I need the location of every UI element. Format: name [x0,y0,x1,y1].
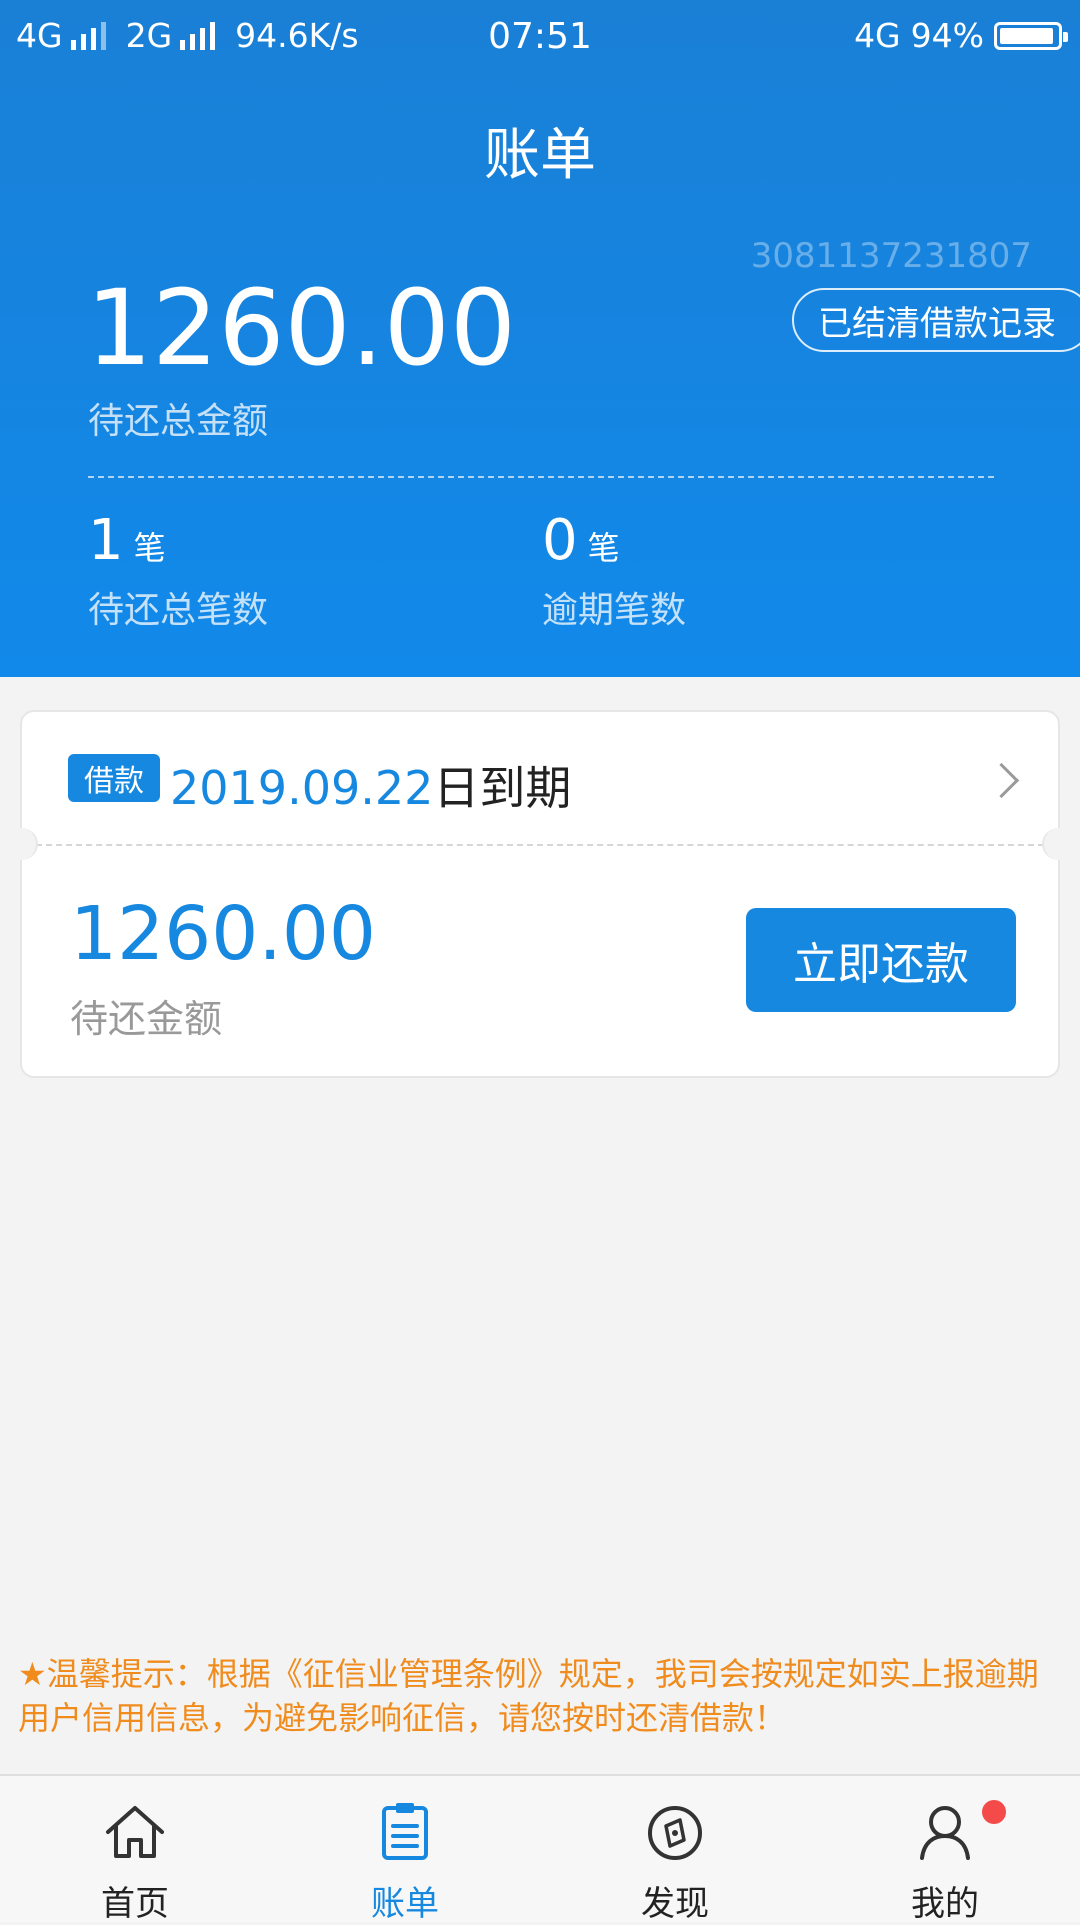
warning-tip: ★温馨提示：根据《征信业管理条例》规定，我司会按规定如实上报逾期用户信用信息，为… [18,1655,1039,1737]
due-date: 2019.09.22 [170,761,434,815]
loan-amount-label: 待还金额 [70,997,223,1041]
pending-count: 1 [88,508,124,573]
loan-card-header[interactable]: 借款 2019.09.22日到期 [22,712,1058,844]
tab-discover-label: 发现 [641,1884,709,1924]
due-suffix: 日到期 [433,761,572,815]
overdue-count-label: 逾期笔数 [542,590,687,631]
status-right: 4G 94% [854,16,1068,55]
home-icon [106,1806,164,1858]
pending-count-label: 待还总笔数 [88,590,269,631]
tab-bill-label: 账单 [371,1884,439,1924]
loan-amount: 1260.00 [70,891,377,977]
repay-now-button[interactable]: 立即还款 [746,908,1016,1012]
network-label-3: 4G [854,16,901,55]
total-amount: 1260.00 [86,267,517,389]
tab-discover[interactable]: 发现 [540,1776,810,1924]
bottom-tab-bar: 首页 账单 发现 我的 [0,1774,1080,1924]
battery-percent: 94% [910,16,984,55]
tab-home-label: 首页 [101,1884,169,1924]
overdue-count-unit: 笔 [587,529,620,567]
account-number: 3081137231807 [750,236,1032,276]
pending-count-stat: 1笔 待还总笔数 [88,508,268,633]
notification-dot [982,1800,1006,1824]
status-bar: 4G 2G 94.6K/s 07:51 4G 94% [0,0,1080,70]
loan-tag: 借款 [68,754,160,802]
page-title: 账单 [484,123,596,188]
card-notch-right [1042,828,1076,860]
loan-card: 借款 2019.09.22日到期 1260.00 待还金额 立即还款 [4,710,1076,1078]
battery-icon [994,21,1068,50]
tab-bill[interactable]: 账单 [270,1776,540,1924]
user-icon [920,1806,970,1860]
card-divider [36,844,1044,846]
bill-icon [382,1803,428,1860]
card-notch-left [4,828,38,860]
pending-count-unit: 笔 [133,529,166,567]
tab-mine-label: 我的 [911,1884,979,1924]
tab-mine[interactable]: 我的 [810,1776,1080,1924]
divider [88,476,994,478]
overdue-count: 0 [542,508,578,573]
total-amount-label: 待还总金额 [88,401,269,442]
due-date-text: 2019.09.22日到期 [170,752,571,818]
settled-records-button[interactable]: 已结清借款记录 [792,288,1080,352]
tab-home[interactable]: 首页 [0,1776,270,1924]
overdue-count-stat: 0笔 逾期笔数 [542,508,686,633]
header-panel: 4G 2G 94.6K/s 07:51 4G 94% 账单 3081137231… [0,0,1080,677]
compass-icon [648,1806,702,1860]
battery-fill [1000,27,1053,44]
chevron-right-icon [983,762,1020,799]
